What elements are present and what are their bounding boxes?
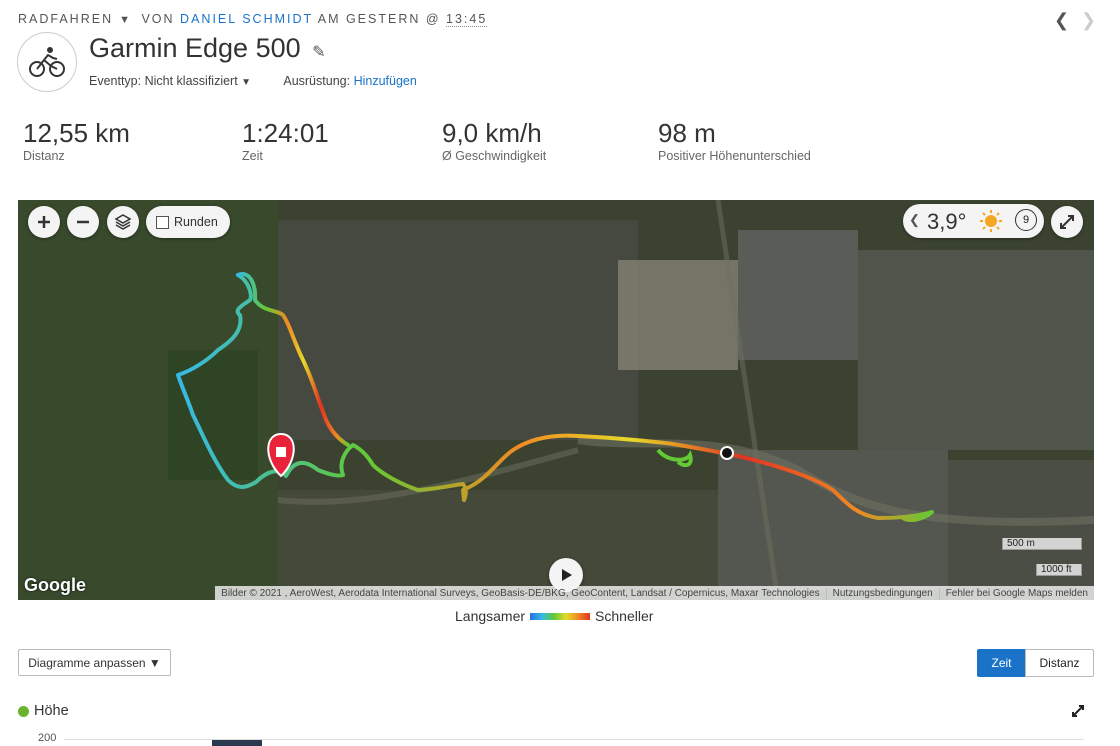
laps-label: Runden — [174, 215, 218, 229]
laps-checkbox[interactable] — [156, 215, 169, 229]
activity-time: 13:45 — [446, 12, 488, 27]
elevation-ytick: 200 — [38, 732, 57, 744]
expand-chart-icon[interactable] — [1071, 704, 1085, 723]
when-label: AM GESTERN @ — [317, 12, 441, 26]
wind-indicator-icon: 9 — [1015, 209, 1037, 231]
elevation-chart-title: Höhe — [18, 703, 69, 719]
map-attribution: Bilder © 2021 , AeroWest, Aerodata Inter… — [215, 586, 1094, 600]
activity-title[interactable]: Garmin Edge 500 ✎ — [89, 33, 326, 64]
by-label: VON — [141, 12, 175, 26]
event-type-label: Eventtyp: — [89, 74, 142, 88]
scale-metric: 500 m — [1002, 538, 1082, 550]
stat-elevation-gain: 98 m Positiver Höhenunterschied — [658, 118, 811, 163]
weather-collapse-icon[interactable]: ❮ — [909, 212, 920, 228]
imagery-credits: Bilder © 2021 , AeroWest, Aerodata Inter… — [221, 587, 820, 599]
activity-title-text: Garmin Edge 500 — [89, 33, 301, 63]
expand-icon — [1060, 215, 1074, 229]
stat-time: 1:24:01 Zeit — [242, 118, 329, 163]
stat-time-value: 1:24:01 — [242, 118, 329, 148]
weather-widget[interactable]: ❮ 3,9° 9 — [903, 204, 1044, 238]
stat-distance: 12,55 km Distanz — [23, 118, 130, 163]
scale-imperial: 1000 ft — [1036, 564, 1082, 576]
speed-legend: Langsamer Schneller — [455, 608, 653, 624]
stat-avg-speed: 9,0 km/h Ø Geschwindigkeit — [442, 118, 546, 163]
wind-value: 9 — [1022, 214, 1030, 226]
event-type-value[interactable]: Nicht klassifiziert — [145, 74, 238, 88]
toggle-time[interactable]: Zeit — [977, 649, 1026, 677]
terms-link[interactable]: Nutzungsbedingungen — [825, 587, 939, 599]
add-gear-link[interactable]: Hinzufügen — [354, 74, 417, 88]
activity-subline: Eventtyp: Nicht klassifiziert ▼ Ausrüstu… — [89, 74, 417, 88]
stat-time-label: Zeit — [242, 149, 263, 163]
stat-distance-label: Distanz — [23, 149, 65, 163]
play-icon — [562, 569, 572, 581]
cycling-activity-icon — [17, 32, 77, 92]
activity-type-dropdown-icon[interactable]: ▼ — [119, 14, 130, 26]
elevation-title-text: Höhe — [34, 703, 69, 719]
activity-type-label: RADFAHREN — [18, 12, 114, 26]
author-link[interactable]: DANIEL SCHMIDT — [180, 12, 313, 26]
zoom-out-button[interactable] — [67, 206, 99, 238]
zoom-in-button[interactable] — [28, 206, 60, 238]
elevation-area — [212, 740, 262, 746]
layers-icon — [114, 214, 132, 230]
legend-fast-label: Schneller — [595, 608, 654, 624]
report-error-link[interactable]: Fehler bei Google Maps melden — [938, 587, 1094, 599]
event-type-dropdown-icon[interactable]: ▼ — [241, 77, 251, 88]
route-start-marker[interactable] — [720, 446, 734, 460]
map-layers-button[interactable] — [107, 206, 139, 238]
toggle-distance[interactable]: Distanz — [1025, 649, 1094, 677]
sunny-icon — [980, 210, 1002, 232]
next-activity-icon[interactable]: ❯ — [1081, 10, 1096, 31]
route-map[interactable]: Runden ❮ 3,9° 9 500 m 1000 ft Google Bil… — [18, 200, 1094, 600]
satellite-imagery — [18, 200, 1094, 600]
elevation-series-dot — [18, 705, 29, 717]
activity-meta-line: RADFAHREN ▼ VON DANIEL SCHMIDT AM GESTERN… — [18, 12, 488, 27]
stat-distance-value: 12,55 km — [23, 118, 130, 148]
customize-charts-button[interactable]: Diagramme anpassen ▼ — [18, 649, 171, 676]
stat-elevation-gain-label: Positiver Höhenunterschied — [658, 149, 811, 163]
google-logo: Google — [24, 575, 86, 595]
edit-pencil-icon[interactable]: ✎ — [312, 44, 325, 61]
temperature-value: 3,9° — [927, 209, 967, 234]
laps-toggle[interactable]: Runden — [146, 206, 230, 238]
stat-elevation-gain-value: 98 m — [658, 118, 716, 148]
stat-avg-speed-value: 9,0 km/h — [442, 118, 542, 148]
speed-gradient-bar — [530, 612, 591, 620]
fullscreen-map-button[interactable] — [1051, 206, 1083, 238]
previous-activity-icon[interactable]: ❮ — [1054, 10, 1069, 31]
stat-avg-speed-label: Ø Geschwindigkeit — [442, 149, 547, 163]
legend-slow-label: Langsamer — [455, 608, 526, 624]
gear-label: Ausrüstung: — [283, 74, 351, 88]
